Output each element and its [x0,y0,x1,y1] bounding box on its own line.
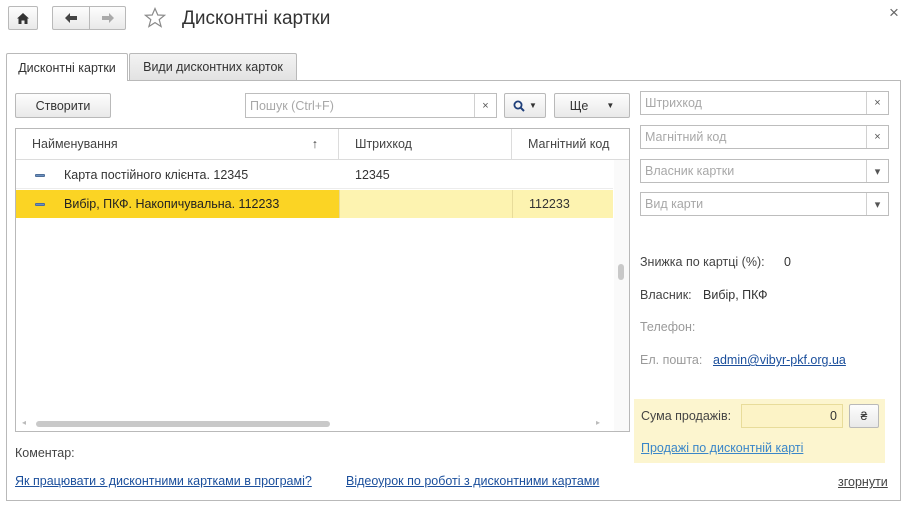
item-icon [35,202,45,206]
cell-name: Вибір, ПКФ. Накопичувальна. 112233 [64,197,280,211]
barcode-placeholder: Штрихкод [645,96,702,110]
table-header: Найменування ↑ Штрихкод Магнітний код [16,129,629,160]
close-icon: × [874,97,881,109]
tab-discount-cards[interactable]: Дисконтні картки [6,53,128,81]
chevron-down-icon: ▼ [529,101,537,110]
cell-magnetic: 112233 [529,197,570,211]
scroll-right-icon[interactable]: ▸ [596,418,600,427]
owner-value: Вибір, ПКФ [703,288,768,302]
magnetic-filter-input[interactable]: Магнітний код × [640,125,889,149]
column-magnetic-label: Магнітний код [528,137,610,151]
horizontal-scrollbar[interactable]: ◂ ▸ [16,417,614,431]
barcode-clear-button[interactable]: × [866,92,888,114]
column-header-name[interactable]: Найменування ↑ [16,129,339,159]
table-row[interactable]: Карта постійного клієнта. 12345 12345 [16,161,613,189]
more-button[interactable]: Ще ▼ [554,93,630,118]
video-lesson-link[interactable]: Відеоурок по роботі з дисконтними картам… [346,474,599,488]
search-placeholder: Пошук (Ctrl+F) [250,98,334,113]
more-button-label: Ще [569,98,589,113]
barcode-filter-input[interactable]: Штрихкод × [640,91,889,115]
search-icon [513,100,525,112]
column-header-magnetic[interactable]: Магнітний код [512,129,629,159]
table-row-selected[interactable]: Вибір, ПКФ. Накопичувальна. 112233 11223… [16,190,613,218]
item-icon [35,173,45,177]
cell-magnetic [529,161,609,189]
hryvnia-icon: ₴ [860,409,868,423]
create-button[interactable]: Створити [15,93,111,118]
column-header-barcode[interactable]: Штрихкод [339,129,512,159]
collapse-link[interactable]: згорнути [838,475,888,489]
window-title: Дисконтні картки [182,8,331,29]
home-button[interactable] [8,6,38,30]
chevron-down-icon: ▾ [874,165,881,178]
scroll-left-icon[interactable]: ◂ [22,418,26,427]
sales-label: Сума продажів: [641,409,732,423]
column-barcode-label: Штрихкод [355,137,412,151]
comment-label: Коментар: [15,446,75,460]
close-icon: × [874,131,881,143]
tab-label: Види дисконтних карток [143,60,283,74]
owner-label: Власник: [640,288,692,302]
column-name-label: Найменування [32,137,118,151]
owner-filter-select[interactable]: Власник картки ▾ [640,159,889,183]
cell-name: Карта постійного клієнта. 12345 [64,168,249,182]
email-link[interactable]: admin@vibyr-pkf.org.ua [713,353,846,367]
cell-barcode: 12345 [355,168,390,182]
arrow-left-icon [65,13,77,23]
discount-value: 0 [784,255,791,269]
sort-arrow-icon: ↑ [311,137,318,151]
phone-label: Телефон: [640,320,696,334]
create-button-label: Створити [35,98,91,113]
type-placeholder: Вид карти [645,197,704,211]
scroll-thumb[interactable] [36,421,330,427]
back-button[interactable] [52,6,90,30]
sales-amount-field[interactable]: 0 [741,404,843,428]
search-input[interactable]: Пошук (Ctrl+F) × [245,93,497,118]
star-icon [143,6,167,28]
sales-by-card-link[interactable]: Продажі по дисконтній карті [641,441,803,455]
magnetic-clear-button[interactable]: × [866,126,888,148]
chevron-down-icon: ▼ [606,101,615,110]
discount-label: Знижка по картці (%): [640,255,765,269]
type-dropdown-button[interactable]: ▾ [866,193,888,215]
email-label: Ел. пошта: [640,353,703,367]
cell-barcode [355,190,505,218]
forward-button[interactable] [89,6,126,30]
close-icon: × [482,99,489,112]
chevron-down-icon: ▾ [874,198,881,211]
currency-button[interactable]: ₴ [849,404,879,428]
home-icon [17,12,29,24]
cards-table: Найменування ↑ Штрихкод Магнітний код Ка… [15,128,630,432]
close-icon[interactable]: × [886,3,902,23]
owner-dropdown-button[interactable]: ▾ [866,160,888,182]
card-type-filter-select[interactable]: Вид карти ▾ [640,192,889,216]
owner-placeholder: Власник картки [645,164,735,178]
vertical-scrollbar[interactable] [614,160,629,431]
tab-card-types[interactable]: Види дисконтних карток [129,53,297,80]
search-clear-button[interactable]: × [474,94,496,117]
help-link[interactable]: Як працювати з дисконтними картками в пр… [15,474,312,488]
arrow-right-icon [101,13,114,23]
sales-amount-value: 0 [830,409,837,423]
magnetic-placeholder: Магнітний код [645,130,727,144]
favorite-button[interactable] [143,6,168,29]
tab-label: Дисконтні картки [18,60,116,75]
scroll-thumb[interactable] [618,264,624,280]
search-options-button[interactable]: ▼ [504,93,546,118]
